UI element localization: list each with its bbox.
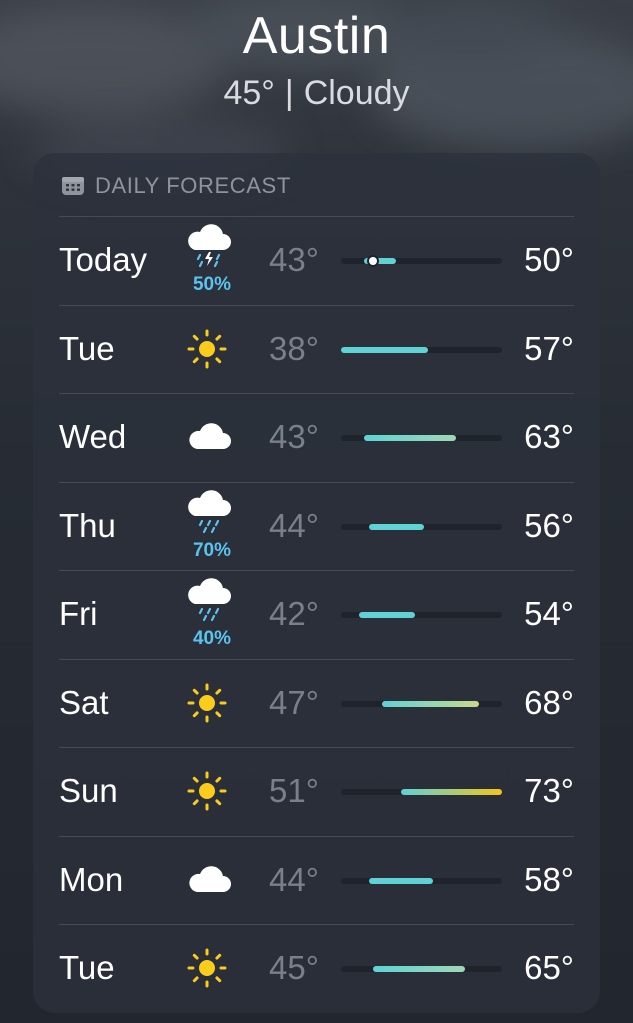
- forecast-row[interactable]: Mon 44° 58°: [33, 836, 600, 924]
- forecast-condition: 50%: [185, 216, 239, 304]
- daily-forecast-header: DAILY FORECAST: [61, 169, 291, 203]
- temp-range-fill: [382, 700, 479, 707]
- low-temp: 43°: [269, 418, 319, 455]
- forecast-row[interactable]: Today 50% 43° 50°: [33, 216, 600, 304]
- high-temp: 54°: [524, 595, 574, 632]
- low-temp: 47°: [269, 683, 319, 721]
- high-temp: 73°: [524, 772, 574, 809]
- daily-forecast-title: DAILY FORECAST: [95, 173, 291, 198]
- forecast-condition: [185, 924, 239, 1012]
- high-temp: 56°: [524, 506, 574, 544]
- current-conditions: 45° | Cloudy: [0, 74, 633, 113]
- city-name: Austin: [242, 7, 391, 65]
- forecast-row[interactable]: Sat 47° 68°: [33, 659, 600, 747]
- temp-range-fill: [368, 523, 424, 530]
- high-temp: 63°: [524, 418, 574, 455]
- forecast-day: Sat: [59, 683, 109, 721]
- temp-range-bar: [341, 435, 502, 441]
- cloud-icon: [185, 858, 233, 907]
- temp-range-bar: [341, 877, 502, 884]
- cloud-rain-icon: [185, 488, 233, 543]
- temp-range-bar: [341, 346, 502, 353]
- calendar-icon: [62, 177, 84, 195]
- low-temp: 43°: [269, 241, 319, 278]
- high-temp: 65°: [524, 949, 574, 986]
- high-temp: 68°: [524, 683, 574, 721]
- precipitation-chance: 70%: [192, 539, 232, 561]
- sun-icon: [185, 946, 229, 995]
- forecast-row[interactable]: Fri 40% 42° 54°: [33, 570, 600, 658]
- cloud-bolt-rain-icon: [185, 222, 233, 277]
- forecast-condition: [185, 305, 239, 393]
- low-temp: 44°: [269, 860, 319, 898]
- separator: |: [284, 74, 294, 112]
- low-temp: 42°: [269, 595, 319, 632]
- forecast-condition: [185, 747, 239, 835]
- temp-range-fill: [368, 877, 433, 884]
- high-temp: 58°: [524, 860, 574, 898]
- forecast-day: Thu: [59, 506, 116, 544]
- temp-range-bar: [341, 612, 502, 618]
- high-temp: 57°: [524, 329, 574, 367]
- temp-range-bar: [341, 789, 502, 795]
- temp-range-bar: [341, 700, 502, 707]
- temp-range-fill: [364, 435, 456, 441]
- forecast-condition: 40%: [185, 570, 239, 658]
- forecast-condition: [185, 836, 239, 924]
- low-temp: 45°: [269, 949, 319, 986]
- forecast-row[interactable]: Tue 38° 57°: [33, 305, 600, 393]
- forecast-row[interactable]: Tue 45° 65°: [33, 924, 600, 1012]
- temp-range-fill: [400, 789, 502, 795]
- forecast-day: Mon: [59, 860, 124, 898]
- current-condition: Cloudy: [303, 74, 410, 112]
- temp-range-fill: [341, 346, 429, 353]
- low-temp: 44°: [269, 506, 319, 544]
- cloud-rain-icon: [185, 576, 233, 631]
- precipitation-chance: 40%: [192, 628, 232, 649]
- precipitation-chance: 50%: [192, 274, 232, 295]
- forecast-day: Wed: [59, 418, 127, 455]
- forecast-day: Tue: [59, 329, 115, 367]
- low-temp: 51°: [269, 772, 319, 809]
- sun-icon: [185, 327, 229, 376]
- current-temp: 45°: [223, 74, 275, 112]
- temp-range-bar: [341, 523, 502, 530]
- forecast-day: Sun: [59, 772, 118, 809]
- temp-range-bar: [341, 966, 502, 972]
- forecast-day: Today: [59, 241, 148, 278]
- low-temp: 38°: [269, 329, 319, 367]
- forecast-day: Fri: [59, 595, 98, 632]
- sun-icon: [185, 681, 229, 730]
- sun-icon: [185, 769, 229, 818]
- temp-range-bar: [341, 257, 502, 265]
- temp-range-fill: [373, 966, 466, 972]
- forecast-condition: [185, 659, 239, 747]
- high-temp: 50°: [524, 241, 574, 278]
- forecast-row[interactable]: Sun 51° 73°: [33, 747, 600, 835]
- forecast-day: Tue: [59, 949, 115, 986]
- temp-range-fill: [359, 612, 415, 618]
- forecast-row[interactable]: Wed 43° 63°: [33, 393, 600, 481]
- forecast-condition: [185, 393, 239, 481]
- cloud-icon: [185, 415, 233, 464]
- daily-forecast-card[interactable]: DAILY FORECAST Today 50% 43° 50° Tue 38° 57°…: [33, 153, 600, 1013]
- forecast-row[interactable]: Thu 70% 44° 56°: [33, 482, 600, 570]
- forecast-condition: 70%: [185, 482, 239, 570]
